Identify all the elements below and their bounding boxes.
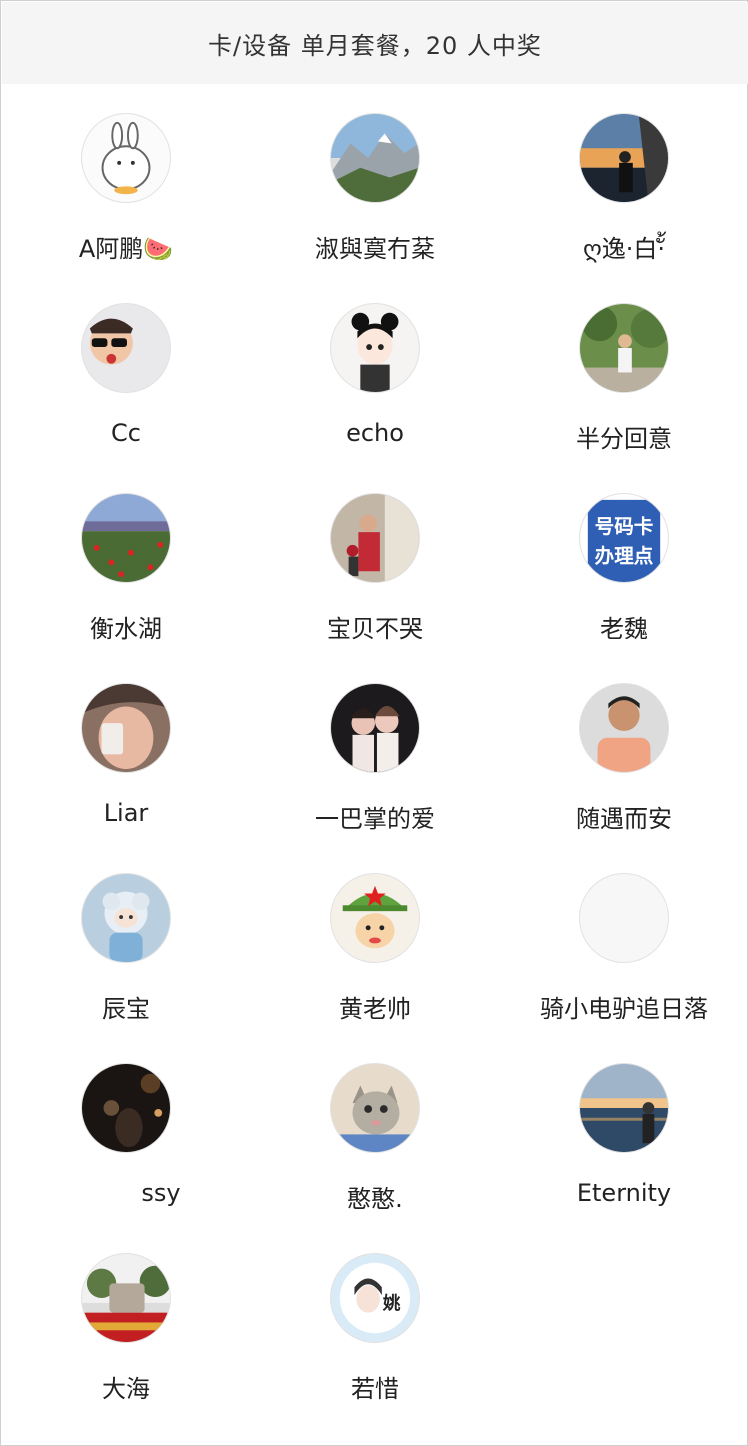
man-portrait-avatar xyxy=(579,683,669,773)
winner-item[interactable]: 半分回意 xyxy=(504,303,744,493)
winner-item[interactable]: 骑小电驴追日落 xyxy=(504,873,744,1063)
child-garden-avatar xyxy=(579,303,669,393)
winner-item[interactable]: 大海 xyxy=(6,1253,246,1443)
winner-name: ssy xyxy=(141,1179,181,1207)
winner-name: 憨憨. xyxy=(347,1185,403,1213)
winner-item[interactable]: echo xyxy=(255,303,495,493)
svg-text:姚: 姚 xyxy=(382,1293,401,1314)
winner-item[interactable]: 宝贝不哭 xyxy=(255,493,495,683)
child-sunglasses-avatar xyxy=(81,303,171,393)
winner-name: 骑小电驴追日落 xyxy=(540,995,708,1023)
winner-item[interactable]: 黄老帅 xyxy=(255,873,495,1063)
man-selfie-avatar xyxy=(81,683,171,773)
flower-field-avatar xyxy=(81,493,171,583)
svg-text:办理点: 办理点 xyxy=(595,544,654,567)
winner-name: 随遇而安 xyxy=(576,805,672,833)
winner-name: echo xyxy=(346,419,404,447)
winner-item[interactable]: 随遇而安 xyxy=(504,683,744,873)
family-photo-avatar xyxy=(330,493,420,583)
winner-name: 宝贝不哭 xyxy=(327,615,423,643)
winner-name: 若惜 xyxy=(351,1375,399,1403)
winner-item[interactable]: 辰宝 xyxy=(6,873,246,1063)
winner-item[interactable]: Cc xyxy=(6,303,246,493)
winner-item[interactable]: A阿鹏🍉 xyxy=(6,113,246,303)
winner-name: 半分回意 xyxy=(576,425,672,453)
winner-name: ღ逸·白·ั้ xyxy=(582,235,666,263)
blank-avatar xyxy=(579,873,669,963)
winner-item[interactable]: 姚 若惜 xyxy=(255,1253,495,1443)
winner-name: 辰宝 xyxy=(102,995,150,1023)
winner-name: 大海 xyxy=(102,1375,150,1403)
winner-name: Cc xyxy=(111,419,141,447)
girl-sticker-avatar: 姚 xyxy=(330,1253,420,1343)
winner-item[interactable]: 淑與寞冇棻 xyxy=(255,113,495,303)
winner-name: 黄老帅 xyxy=(339,995,411,1023)
winner-item[interactable]: Eternity xyxy=(504,1063,744,1253)
winner-item[interactable]: 衡水湖 xyxy=(6,493,246,683)
winners-panel: 卡/设备 单月套餐，20 人中奖 A阿鹏🍉 淑與寞冇棻 ღ逸·白·ั้ Cc e… xyxy=(0,0,748,1446)
svg-text:号码卡: 号码卡 xyxy=(595,515,654,538)
page-title: 卡/设备 单月套餐，20 人中奖 xyxy=(2,2,748,84)
sheep-doll-avatar xyxy=(81,873,171,963)
winner-item[interactable]: Liar xyxy=(6,683,246,873)
winner-item[interactable]: ssy xyxy=(6,1063,246,1253)
winner-name: 一巴掌的爱 xyxy=(315,805,435,833)
winner-name: Liar xyxy=(103,799,149,827)
monument-avatar xyxy=(81,1253,171,1343)
night-street-avatar xyxy=(81,1063,171,1153)
winner-name: 淑與寞冇棻 xyxy=(315,235,435,263)
winner-item[interactable]: 一巴掌的爱 xyxy=(255,683,495,873)
winner-item[interactable]: 号码卡 办理点 老魏 xyxy=(504,493,744,683)
couple-photo-avatar xyxy=(330,683,420,773)
seaside-sunset-avatar xyxy=(579,1063,669,1153)
anime-girl-avatar xyxy=(330,303,420,393)
winner-item[interactable]: 憨憨. xyxy=(255,1063,495,1253)
bunny-cartoon-avatar xyxy=(81,113,171,203)
winner-name: Eternity xyxy=(576,1179,672,1207)
mountain-landscape-avatar xyxy=(330,113,420,203)
winner-name: 衡水湖 xyxy=(90,615,162,643)
winner-name: 老魏 xyxy=(600,615,648,643)
sunset-silhouette-avatar xyxy=(579,113,669,203)
cartoon-soldier-avatar xyxy=(330,873,420,963)
winner-name: A阿鹏🍉 xyxy=(78,235,174,263)
phone-card-sign-avatar: 号码卡 办理点 xyxy=(579,493,669,583)
winner-item[interactable]: ღ逸·白·ั้ xyxy=(504,113,744,303)
cat-avatar xyxy=(330,1063,420,1153)
